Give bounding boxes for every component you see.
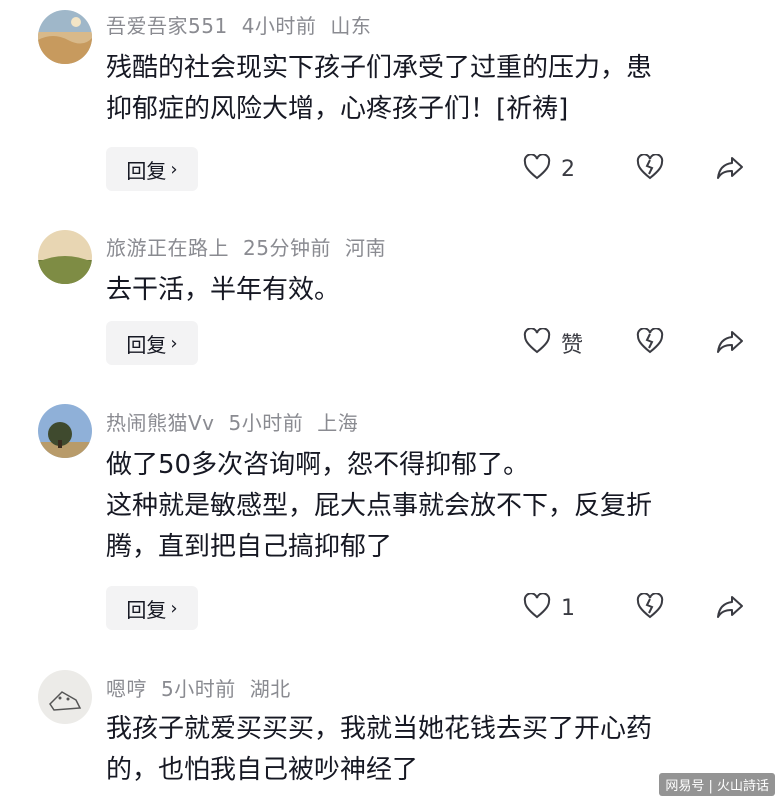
watermark: 网易号 | 火山詩话 [659,773,775,796]
username[interactable]: 热闹熊猫Vv [106,411,215,435]
comment-line: 残酷的社会现实下孩子们承受了过重的压力，患 [106,53,653,83]
comment-meta: 吾爱吾家551 4小时前 山东 [106,10,385,39]
reply-button[interactable]: 回复 › [106,321,198,365]
username[interactable]: 旅游正在路上 [106,236,229,260]
timestamp: 5小时前 [161,677,236,701]
comment-meta: 热闹熊猫Vv 5小时前 上海 [106,407,372,436]
username[interactable]: 嗯哼 [106,677,147,701]
like-count: 1 [561,595,575,621]
comment-line: 抑郁症的风险大增，心疼孩子们！[祈祷] [106,94,569,124]
share-arrow-icon [716,328,744,358]
reply-label: 回复 [126,158,167,183]
like-count: 赞 [561,333,584,358]
avatar[interactable] [38,404,92,458]
chevron-right-icon: › [170,597,178,619]
comment-text: 残酷的社会现实下孩子们承受了过重的压力，患 抑郁症的风险大增，心疼孩子们！[祈祷… [106,48,756,130]
like-count: 2 [561,156,575,182]
comment-meta: 旅游正在路上 25分钟前 河南 [106,232,400,261]
comment-line: 做了50多次咨询啊，怨不得抑郁了。 [106,450,530,480]
share-button[interactable] [716,588,744,628]
chevron-right-icon: › [170,332,178,354]
broken-heart-icon [636,153,664,184]
comment-line: 这种就是敏感型，屁大点事就会放不下，反复折 [106,491,653,521]
avatar[interactable] [38,230,92,284]
share-arrow-icon [716,593,744,623]
dislike-button[interactable] [636,323,664,363]
timestamp: 4小时前 [241,14,317,38]
username[interactable]: 吾爱吾家551 [106,14,228,38]
share-arrow-icon [716,154,744,184]
comment-text: 做了50多次咨询啊，怨不得抑郁了。 这种就是敏感型，屁大点事就会放不下，反复折 … [106,445,756,568]
location: 湖北 [249,677,291,701]
reply-label: 回复 [126,597,167,622]
chevron-right-icon: › [170,158,178,180]
timestamp: 25分钟前 [243,236,331,260]
broken-heart-icon [636,327,664,358]
comment-line: 去干活，半年有效。 [106,275,341,305]
like-button[interactable]: 2 [523,149,575,189]
timestamp: 5小时前 [228,411,304,435]
reply-button[interactable]: 回复 › [106,586,198,630]
heart-outline-icon [523,592,551,623]
share-button[interactable] [716,149,744,189]
dislike-button[interactable] [636,149,664,189]
heart-outline-icon [523,153,551,184]
comment-line: 腾，直到把自己搞抑郁了 [106,532,393,562]
broken-heart-icon [636,592,664,623]
location: 河南 [344,236,386,260]
dislike-button[interactable] [636,588,664,628]
comment-text: 去干活，半年有效。 [106,270,756,311]
location: 上海 [317,411,359,435]
reply-button[interactable]: 回复 › [106,147,198,191]
heart-outline-icon [523,327,551,358]
avatar[interactable] [38,10,92,64]
reply-label: 回复 [126,332,167,357]
location: 山东 [330,14,372,38]
avatar[interactable] [38,670,92,724]
like-button[interactable]: 赞 [523,323,583,363]
like-button[interactable]: 1 [523,588,575,628]
comment-meta: 嗯哼 5小时前 湖北 [106,673,305,702]
comment-line: 我孩子就爱买买买，我就当她花钱去买了开心药 [106,714,653,744]
share-button[interactable] [716,323,744,363]
